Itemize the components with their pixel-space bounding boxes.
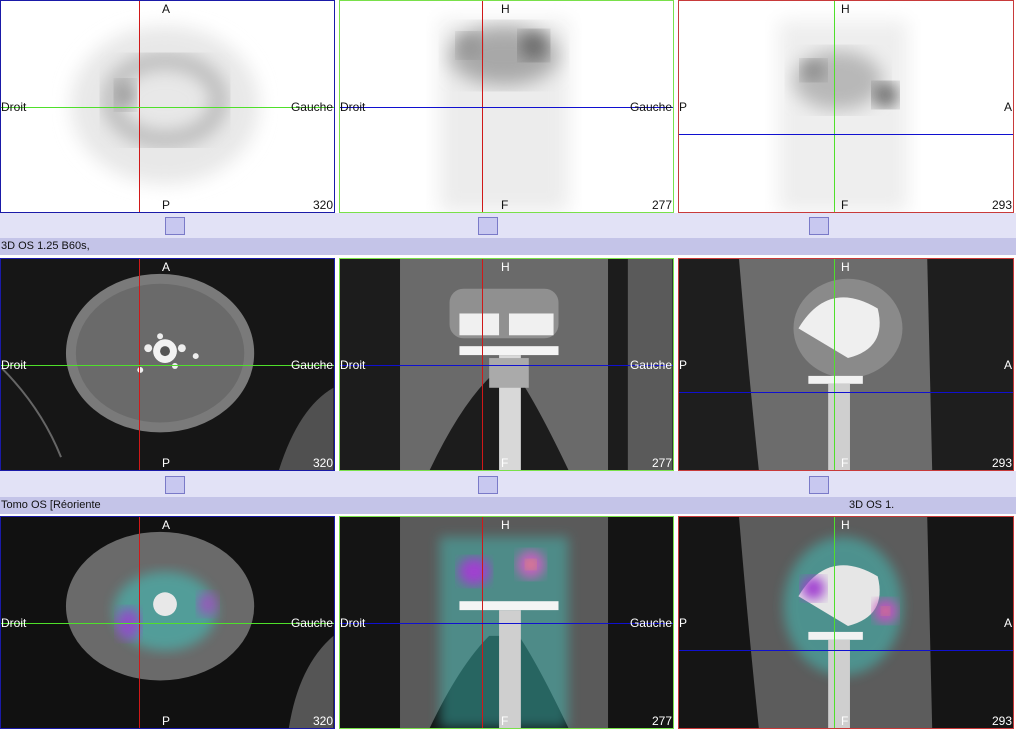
series-title: 3D OS 1.25 B60s,: [1, 240, 90, 252]
orientation-bottom: P: [162, 714, 171, 728]
slice-number: 320: [312, 198, 333, 212]
ct-sagittal-image: [739, 259, 933, 470]
orientation-bottom: F: [501, 456, 509, 470]
slice-slider-sagittal[interactable]: [809, 476, 829, 494]
fusion-sagittal-image: [739, 517, 933, 728]
slice-number: 277: [651, 198, 672, 212]
slice-slider-coronal[interactable]: [478, 217, 498, 235]
orientation-right: Gauche: [629, 616, 672, 630]
slice-slider-sagittal[interactable]: [809, 217, 829, 235]
slider-strip: [0, 471, 1016, 497]
orientation-top: H: [841, 2, 850, 16]
fusion-sagittal-viewport[interactable]: H F P A 293: [678, 516, 1014, 729]
orientation-right: A: [1003, 616, 1012, 630]
orientation-bottom: P: [162, 456, 171, 470]
orientation-left: Droit: [340, 358, 366, 372]
orientation-right: Gauche: [629, 100, 672, 114]
orientation-top: H: [841, 260, 850, 274]
series-title-bar: Tomo OS [Réoriente 3D OS 1.: [0, 497, 1016, 514]
orientation-left: Droit: [1, 616, 27, 630]
orientation-right: A: [1003, 100, 1012, 114]
spect-coronal-viewport[interactable]: H F Droit Gauche 277: [339, 0, 674, 213]
orientation-bottom: F: [841, 714, 849, 728]
orientation-top: H: [841, 518, 850, 532]
orientation-right: A: [1003, 358, 1012, 372]
ct-axial-viewport[interactable]: A P Droit Gauche 320: [0, 258, 335, 471]
series-title-left: Tomo OS [Réoriente: [1, 499, 101, 511]
slider-strip: [0, 213, 1016, 238]
slice-number: 320: [312, 714, 333, 728]
orientation-top: A: [162, 2, 171, 16]
orientation-bottom: F: [841, 198, 849, 212]
orientation-right: Gauche: [290, 616, 333, 630]
fusion-axial-viewport[interactable]: A P Droit Gauche 320: [0, 516, 335, 729]
orientation-left: Droit: [340, 616, 366, 630]
orientation-left: Droit: [1, 358, 27, 372]
spect-sagittal-viewport[interactable]: H F P A 293: [678, 0, 1014, 213]
ct-sagittal-viewport[interactable]: H F P A 293: [678, 258, 1014, 471]
slice-number: 293: [991, 198, 1012, 212]
orientation-top: A: [162, 518, 171, 532]
spect-axial-viewport[interactable]: A P Droit Gauche 320: [0, 0, 335, 213]
fusion-coronal-viewport[interactable]: H F Droit Gauche 277: [339, 516, 674, 729]
slice-number: 277: [651, 714, 672, 728]
slice-number: 293: [991, 456, 1012, 470]
series-title-bar: 3D OS 1.25 B60s,: [0, 238, 1016, 255]
orientation-left: Droit: [340, 100, 366, 114]
slice-slider-axial[interactable]: [165, 217, 185, 235]
orientation-left: P: [679, 100, 688, 114]
orientation-right: Gauche: [290, 100, 333, 114]
orientation-left: P: [679, 358, 688, 372]
orientation-left: Droit: [1, 100, 27, 114]
slice-number: 320: [312, 456, 333, 470]
ct-coronal-viewport[interactable]: H F Droit Gauche 277: [339, 258, 674, 471]
slice-number: 277: [651, 456, 672, 470]
orientation-bottom: F: [501, 714, 509, 728]
slice-number: 293: [991, 714, 1012, 728]
orientation-top: H: [501, 260, 510, 274]
orientation-bottom: F: [501, 198, 509, 212]
spect-sagittal-image: [778, 20, 908, 212]
slice-slider-axial[interactable]: [165, 476, 185, 494]
orientation-bottom: F: [841, 456, 849, 470]
orientation-right: Gauche: [290, 358, 333, 372]
slice-slider-coronal[interactable]: [478, 476, 498, 494]
orientation-left: P: [679, 616, 688, 630]
orientation-top: H: [501, 2, 510, 16]
orientation-top: A: [162, 260, 171, 274]
series-title-right: 3D OS 1.: [849, 499, 895, 511]
orientation-right: Gauche: [629, 358, 672, 372]
orientation-top: H: [501, 518, 510, 532]
orientation-bottom: P: [162, 198, 171, 212]
